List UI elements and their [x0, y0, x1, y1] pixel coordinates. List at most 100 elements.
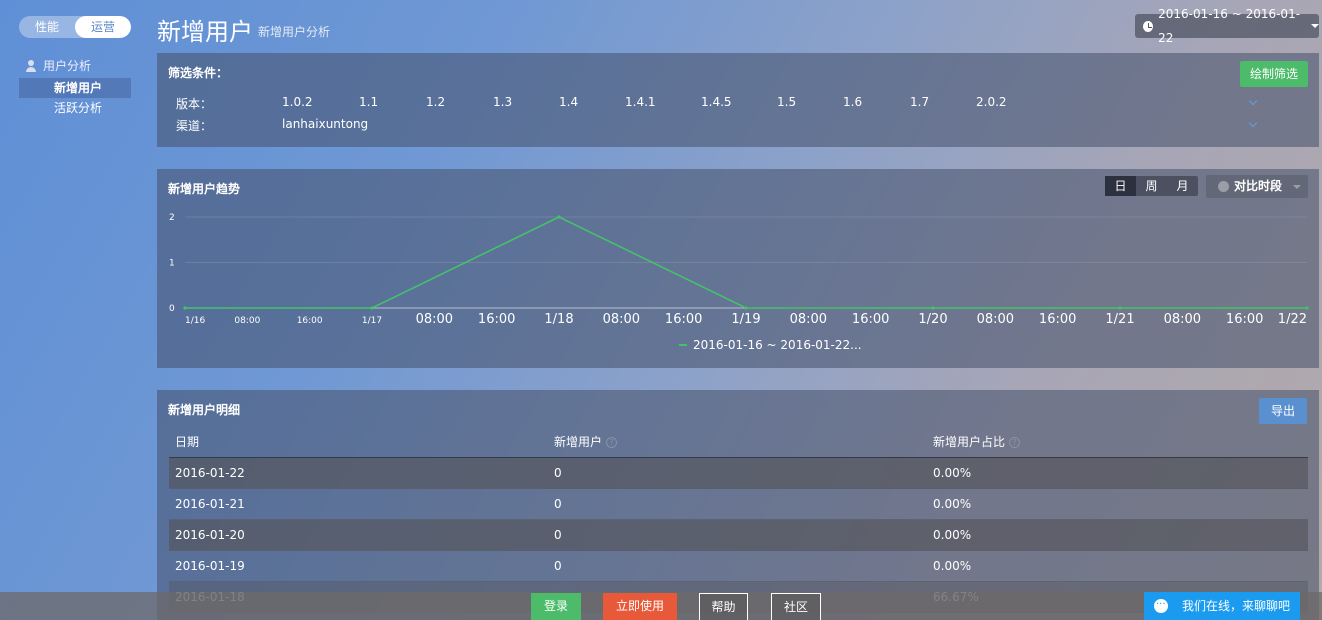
cell-new-users: 0	[554, 466, 562, 480]
cell-ratio: 0.00%	[933, 559, 972, 573]
cell-new-users: 0	[554, 528, 562, 542]
legend-label: 2016-01-16 ~ 2016-01-22...	[693, 338, 862, 352]
table-row: 2016-01-22 0 0.00%	[169, 458, 1308, 489]
version-option[interactable]: 1.7	[910, 95, 976, 112]
sidebar-group-label: 用户分析	[43, 59, 92, 73]
version-option[interactable]: 1.2	[426, 95, 493, 112]
column-header-label: 新增用户	[554, 435, 603, 449]
x-tick-label: 16:00	[1226, 312, 1263, 327]
column-header-label: 新增用户占比	[933, 435, 1006, 449]
x-tick-label: 1/21	[1105, 312, 1134, 327]
data-point[interactable]	[931, 306, 935, 310]
version-option[interactable]: 1.0.2	[282, 95, 359, 112]
version-filter-row: 版本： 1.0.2 1.1 1.2 1.3 1.4 1.4.1 1.4.5 1.…	[176, 95, 1036, 112]
x-tick-label: 08:00	[977, 312, 1014, 327]
column-header-date: 日期	[175, 435, 200, 449]
data-point[interactable]	[1305, 306, 1309, 310]
export-button[interactable]: 导出	[1259, 398, 1307, 424]
chat-bubble-icon	[1154, 591, 1168, 619]
page-subtitle: 新增用户分析	[258, 25, 331, 39]
cell-ratio: 0.00%	[933, 466, 972, 480]
x-tick-label: 1/16	[185, 316, 205, 326]
sidebar-group-user-analysis[interactable]: 用户分析	[25, 57, 91, 74]
y-tick-label: 1	[169, 259, 175, 269]
draw-filter-button[interactable]: 绘制筛选	[1240, 61, 1308, 87]
x-tick-label: 16:00	[478, 312, 515, 327]
detail-panel: 新增用户明细 导出 日期 新增用户? 新增用户占比? 2016-01-22 0 …	[157, 390, 1319, 620]
help-button[interactable]: 帮助	[699, 593, 748, 620]
x-tick-label: 08:00	[416, 312, 453, 327]
cell-date: 2016-01-19	[175, 559, 245, 573]
table-row: 2016-01-21 0 0.00%	[169, 489, 1308, 520]
x-tick-label: 1/22	[1278, 312, 1307, 327]
version-option[interactable]: 1.1	[359, 95, 426, 112]
chevron-down-icon[interactable]	[1249, 120, 1257, 128]
chat-label: 我们在线，来聊聊吧	[1182, 599, 1291, 613]
page-title: 新增用户	[157, 18, 253, 46]
column-header-new-users: 新增用户?	[548, 430, 927, 457]
filter-panel: 筛选条件： 绘制筛选 版本： 1.0.2 1.1 1.2 1.3 1.4 1.4…	[157, 53, 1319, 147]
chevron-down-icon[interactable]	[1249, 98, 1257, 106]
module-switch: 性能 运营	[19, 16, 131, 38]
sidebar: 性能 运营 用户分析 新增用户 活跃分析	[0, 0, 150, 620]
use-now-button[interactable]: 立即使用	[603, 593, 677, 620]
version-option[interactable]: 1.3	[493, 95, 559, 112]
help-icon[interactable]: ?	[606, 437, 618, 448]
x-tick-label: 1/19	[731, 312, 760, 327]
cell-ratio: 0.00%	[933, 528, 972, 542]
y-tick-label: 0	[169, 304, 175, 314]
table-row: 2016-01-19 0 0.00%	[169, 551, 1308, 582]
caret-down-icon	[1311, 24, 1319, 28]
detail-table: 日期 新增用户? 新增用户占比? 2016-01-22 0 0.00% 2016…	[169, 430, 1308, 613]
trend-panel: 新增用户趋势 日 周 月 对比时段 0 1 2 1/16 08:00 16:00 1/17 0…	[157, 169, 1319, 368]
version-option[interactable]: 1.5	[777, 95, 843, 112]
tab-operations[interactable]: 运营	[75, 16, 131, 38]
data-point[interactable]	[183, 306, 187, 310]
x-tick-label: 08:00	[234, 316, 260, 326]
date-range-value: 2016-01-16 ~ 2016-01-22	[1158, 7, 1301, 45]
channel-filter-row: 渠道： lanhaixuntong	[176, 117, 368, 134]
channel-option[interactable]: lanhaixuntong	[282, 117, 368, 134]
y-tick-label: 2	[169, 213, 175, 223]
version-option[interactable]: 2.0.2	[976, 95, 1036, 112]
x-tick-label: 08:00	[1164, 312, 1201, 327]
version-option[interactable]: 1.4.5	[701, 95, 777, 112]
cell-new-users: 0	[554, 497, 562, 511]
help-icon[interactable]: ?	[1009, 437, 1021, 448]
data-point[interactable]	[557, 215, 561, 219]
x-tick-label: 16:00	[852, 312, 889, 327]
cell-date: 2016-01-22	[175, 466, 245, 480]
chart-legend[interactable]: 2016-01-16 ~ 2016-01-22...	[679, 338, 862, 352]
community-button[interactable]: 社区	[771, 593, 821, 620]
version-option[interactable]: 1.6	[843, 95, 910, 112]
online-chat-button[interactable]: 我们在线，来聊聊吧	[1144, 591, 1300, 620]
detail-title: 新增用户明细	[168, 403, 241, 417]
x-tick-label: 16:00	[297, 316, 323, 326]
version-label: 版本：	[176, 97, 213, 111]
sidebar-item-active-analysis[interactable]: 活跃分析	[19, 98, 131, 118]
x-tick-label: 16:00	[665, 312, 702, 327]
version-option[interactable]: 1.4.1	[625, 95, 701, 112]
sidebar-item-new-users[interactable]: 新增用户	[19, 78, 131, 98]
login-button[interactable]: 登录	[531, 593, 581, 620]
table-header-row: 日期 新增用户? 新增用户占比?	[169, 430, 1308, 458]
x-tick-label: 08:00	[603, 312, 640, 327]
version-option[interactable]: 1.4	[559, 95, 625, 112]
x-tick-label: 1/20	[918, 312, 947, 327]
filter-title: 筛选条件：	[168, 66, 229, 80]
channel-label: 渠道：	[176, 119, 213, 133]
cell-date: 2016-01-21	[175, 497, 245, 511]
clock-icon	[1143, 20, 1154, 32]
user-icon	[25, 59, 37, 72]
data-point[interactable]	[1118, 306, 1122, 310]
x-tick-label: 16:00	[1039, 312, 1076, 327]
table-row: 2016-01-20 0 0.00%	[169, 520, 1308, 551]
tab-performance[interactable]: 性能	[19, 16, 75, 38]
x-tick-label: 1/17	[362, 316, 382, 326]
date-range-picker[interactable]: 2016-01-16 ~ 2016-01-22	[1135, 7, 1319, 45]
data-point[interactable]	[370, 306, 374, 310]
cell-date: 2016-01-20	[175, 528, 245, 542]
data-point[interactable]	[744, 306, 748, 310]
x-tick-label: 08:00	[790, 312, 827, 327]
cell-ratio: 0.00%	[933, 497, 972, 511]
